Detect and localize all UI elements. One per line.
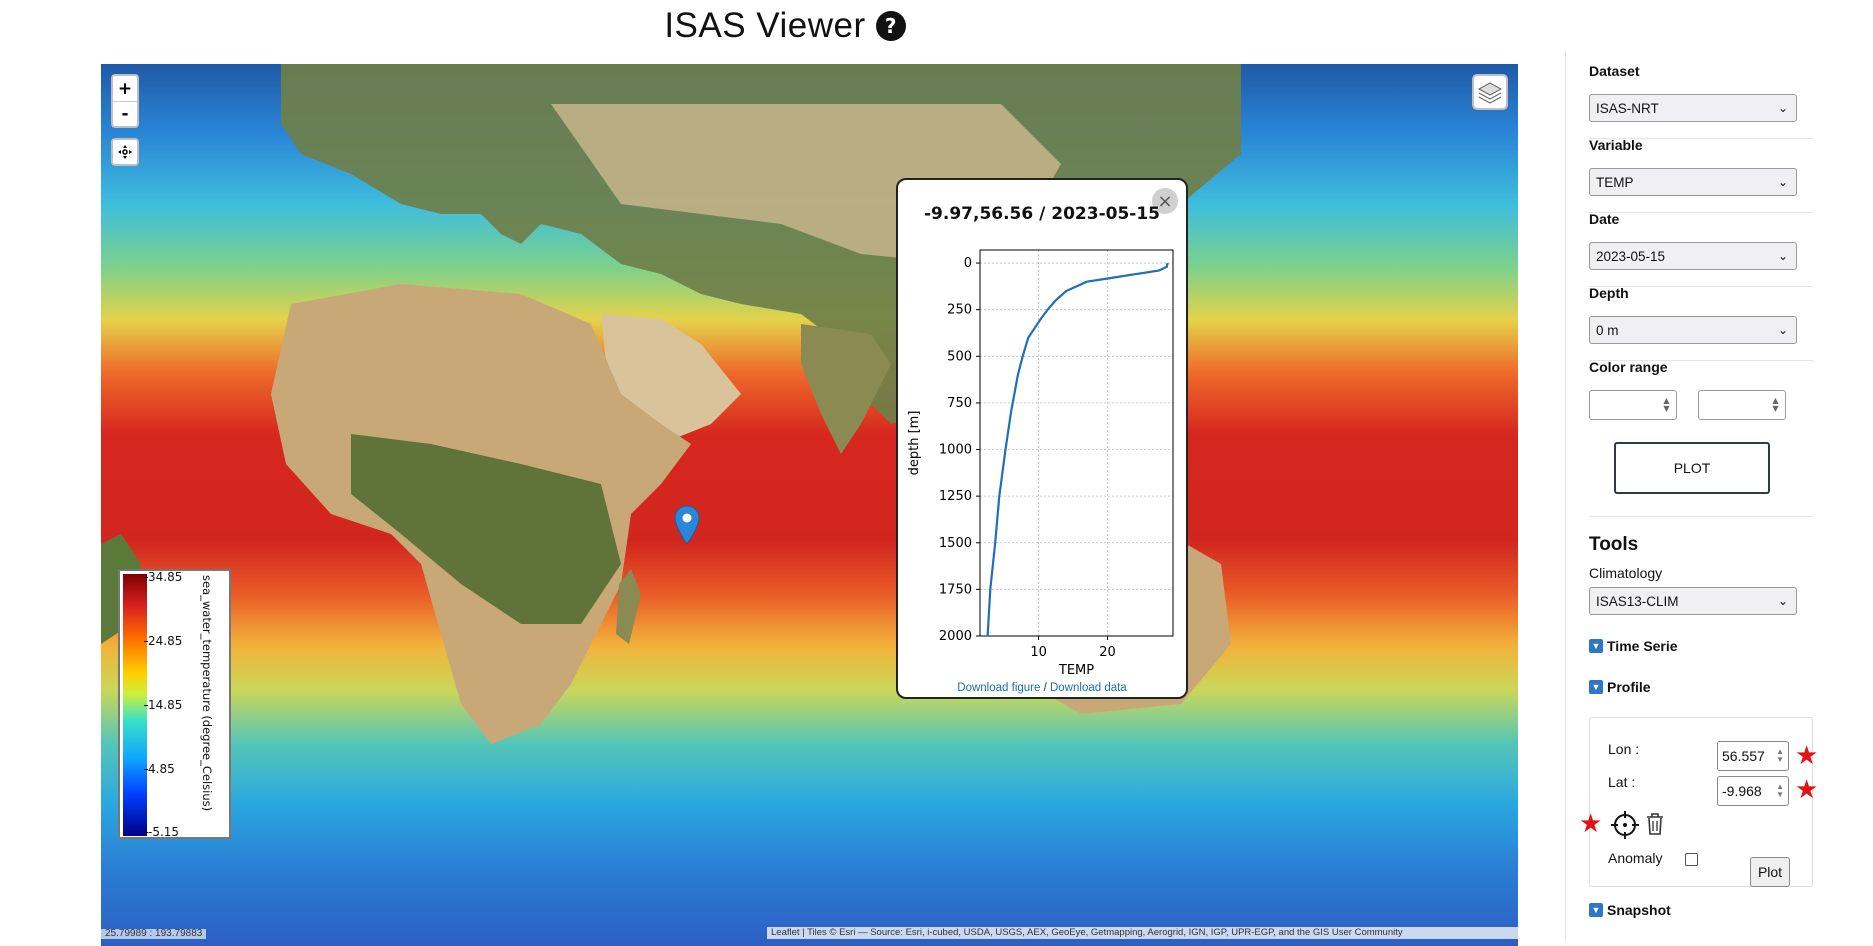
spinner-icon[interactable]: ▲ ▼ [1776, 783, 1784, 799]
map-marker-icon[interactable] [674, 505, 700, 549]
lon-label: Lon : [1608, 741, 1640, 757]
tools-title: Tools [1589, 534, 1639, 555]
depth-label: Depth [1589, 285, 1629, 301]
y-tick-label: 2000 [939, 629, 972, 644]
help-icon[interactable]: ? [875, 11, 906, 41]
y-tick-label: 250 [947, 303, 972, 318]
y-tick-label: 1500 [939, 536, 972, 551]
color-range-min-input[interactable]: ▲ ▼ [1589, 390, 1677, 420]
legend-tick: 14.85 [143, 698, 183, 712]
popup-links: Download figure / Download data [898, 682, 1186, 694]
variable-value: TEMP [1596, 174, 1634, 190]
snapshot-toggle[interactable]: ▼ Snapshot [1589, 902, 1671, 918]
x-tick-label: 10 [1030, 645, 1047, 660]
map[interactable]: + - 34.85 24.85 14.85 4.85 -5.15 sea_wat… [101, 64, 1518, 946]
page-title: ISAS Viewer [664, 6, 866, 45]
crosshair-icon[interactable] [1610, 810, 1640, 844]
time-serie-toggle[interactable]: ▼ Time Serie [1589, 638, 1678, 654]
lon-input[interactable]: 56.557 ▲ ▼ [1717, 741, 1789, 771]
depth-value: 0 m [1596, 322, 1619, 338]
chevron-down-icon: ⌄ [1777, 249, 1788, 263]
lat-value: -9.968 [1722, 783, 1762, 799]
star-icon: ★ [1795, 775, 1819, 805]
profile-chart: 0 250 500 750 1000 1250 1500 1750 2000 10 20 TEMP de… [907, 249, 1174, 678]
time-serie-label: Time Serie [1607, 638, 1678, 654]
profile-label: Profile [1607, 679, 1651, 695]
date-label: Date [1589, 211, 1620, 227]
zoom-control: + - [111, 74, 139, 128]
star-icon: ★ [1795, 741, 1819, 771]
y-tick-label: 1000 [939, 443, 972, 458]
caret-down-icon: ▼ [1589, 903, 1603, 917]
legend-tick: 4.85 [144, 762, 175, 776]
y-tick-label: 1750 [939, 582, 972, 597]
legend-variable-label: sea_water_temperature (degree_Celsius) [200, 575, 214, 812]
download-figure-link[interactable]: Download figure [957, 682, 1040, 694]
map-attribution: Leaflet | Tiles © Esri — Source: Esri, i… [767, 927, 1518, 939]
dataset-label: Dataset [1589, 63, 1640, 79]
locate-button[interactable] [111, 138, 139, 166]
legend-tick: -5.15 [143, 825, 180, 839]
snapshot-label: Snapshot [1607, 902, 1671, 918]
plot-frame [979, 249, 1174, 637]
dataset-value: ISAS-NRT [1596, 100, 1659, 116]
spinner-icon[interactable]: ▲ ▼ [1776, 748, 1784, 764]
legend-tick: 34.85 [143, 570, 183, 584]
depth-select[interactable]: 0 m ⌄ [1589, 316, 1797, 344]
layers-icon [1477, 82, 1503, 104]
color-range-max-input[interactable]: ▲ ▼ [1698, 390, 1786, 420]
star-icon: ★ [1579, 809, 1603, 839]
coordinates-readout: 25.79989 : 193.79883 [101, 929, 207, 939]
plot-button[interactable]: PLOT [1614, 442, 1770, 494]
spinner-icon[interactable]: ▲ ▼ [1771, 397, 1780, 413]
layers-button[interactable] [1472, 74, 1508, 110]
color-range-label: Color range [1589, 359, 1668, 375]
land-layer [101, 64, 1241, 744]
link-separator: / [1040, 682, 1050, 694]
legend-tick: 24.85 [143, 634, 183, 648]
trash-icon[interactable] [1644, 812, 1666, 840]
x-axis-label: TEMP [1058, 663, 1094, 678]
variable-select[interactable]: TEMP ⌄ [1589, 168, 1797, 196]
date-select[interactable]: 2023-05-15 ⌄ [1589, 242, 1797, 270]
download-data-link[interactable]: Download data [1050, 682, 1127, 694]
climatology-value: ISAS13-CLIM [1596, 593, 1679, 609]
popup-title: -9.97,56.56 / 2023-05-15 [923, 204, 1161, 224]
divider [1589, 516, 1813, 517]
profile-popup: × -9.97,56.56 / 2023-05-15 0 250 500 750 100… [896, 178, 1188, 699]
y-axis-label: depth [m] [907, 411, 922, 476]
dataset-select[interactable]: ISAS-NRT ⌄ [1589, 94, 1797, 122]
zoom-out-button[interactable]: - [113, 101, 137, 126]
y-tick-label: 750 [947, 396, 972, 411]
y-tick-label: 0 [964, 256, 972, 271]
profile-panel: Lon : 56.557 ▲▼ ★ Lat : -9.968 ▲▼ ★ ★ [1579, 717, 1818, 887]
move-icon [118, 145, 132, 159]
chevron-down-icon: ⌄ [1777, 175, 1788, 189]
caret-down-icon: ▼ [1589, 639, 1603, 653]
x-tick-label: 20 [1099, 645, 1116, 660]
color-legend: 34.85 24.85 14.85 4.85 -5.15 sea_water_t… [118, 569, 231, 839]
anomaly-label: Anomaly [1608, 850, 1663, 866]
lon-value: 56.557 [1722, 748, 1765, 764]
spinner-icon[interactable]: ▲ ▼ [1662, 397, 1671, 413]
chevron-down-icon: ⌄ [1777, 323, 1788, 337]
anomaly-checkbox[interactable] [1685, 853, 1698, 866]
profile-plot-button[interactable]: Plot [1750, 857, 1790, 887]
date-value: 2023-05-15 [1596, 248, 1666, 264]
caret-down-icon: ▼ [1589, 680, 1603, 694]
variable-label: Variable [1589, 137, 1643, 153]
header: ISAS Viewer ? [0, 0, 1570, 52]
zoom-in-button[interactable]: + [113, 76, 137, 101]
chevron-down-icon: ⌄ [1777, 594, 1788, 608]
climatology-select[interactable]: ISAS13-CLIM ⌄ [1589, 587, 1797, 615]
chevron-down-icon: ⌄ [1777, 101, 1788, 115]
profile-toggle[interactable]: ▼ Profile [1589, 679, 1651, 695]
climatology-label: Climatology [1589, 565, 1663, 581]
y-tick-label: 1250 [939, 489, 972, 504]
lat-input[interactable]: -9.968 ▲ ▼ [1717, 776, 1789, 806]
divider [1589, 212, 1813, 213]
lat-label: Lat : [1608, 774, 1636, 790]
y-tick-label: 500 [947, 349, 972, 364]
sidebar: Dataset ISAS-NRT ⌄ Variable TEMP ⌄ Date … [1565, 50, 1873, 939]
